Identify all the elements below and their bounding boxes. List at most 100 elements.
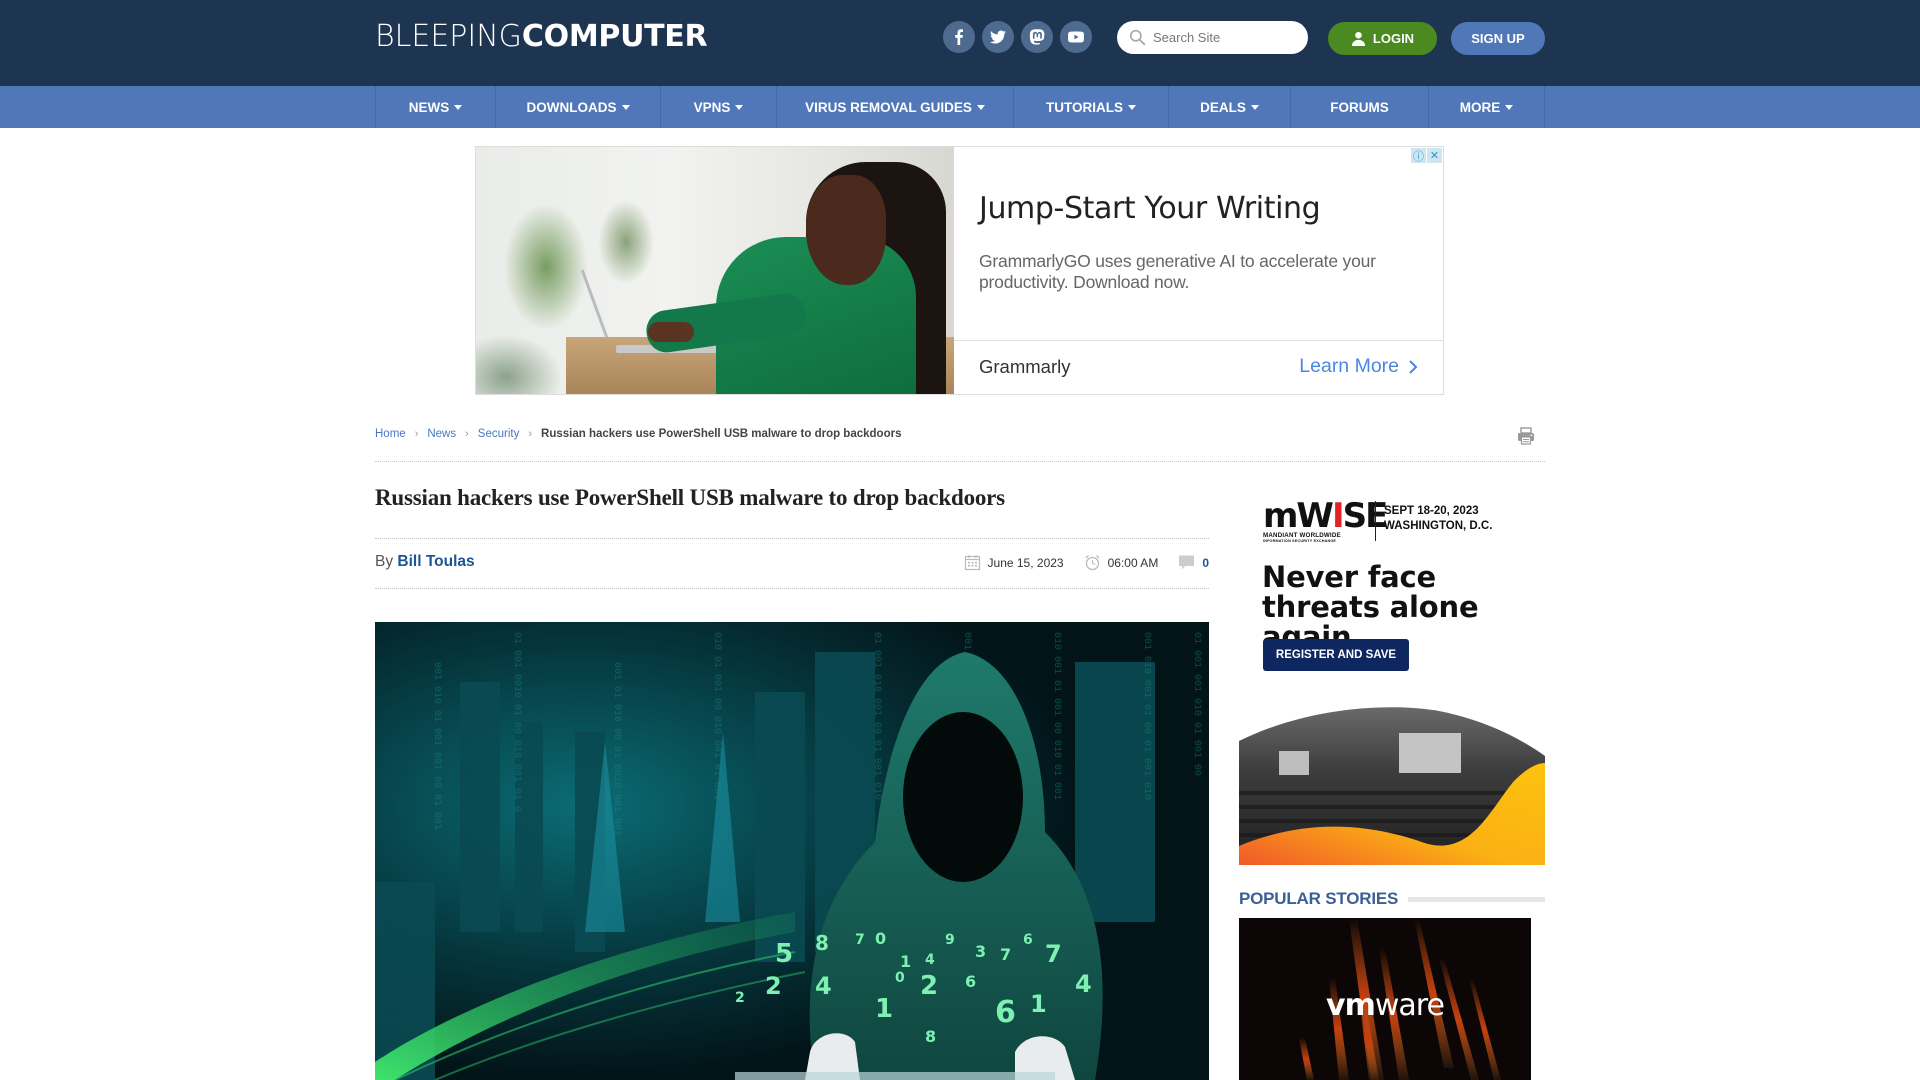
article-hero-image: 001 010 01 001 001 00 01 001 01 001 0010… bbox=[375, 622, 1209, 1080]
youtube-link[interactable] bbox=[1060, 21, 1092, 53]
main-nav-bar: NEWS DOWNLOADS VPNS VIRUS REMOVAL GUIDES… bbox=[0, 86, 1920, 128]
svg-text:0: 0 bbox=[895, 970, 905, 986]
svg-text:001 010 01 001 001 00 01 001: 001 010 01 001 001 00 01 001 bbox=[431, 662, 442, 830]
ad-banner[interactable]: Jump-Start Your Writing GrammarlyGO uses… bbox=[475, 146, 1444, 395]
ad-cta-label: Learn More bbox=[1299, 355, 1399, 377]
caret-down-icon bbox=[621, 105, 630, 110]
twitter-link[interactable] bbox=[982, 21, 1014, 53]
breadcrumb-separator-icon: › bbox=[414, 428, 419, 440]
ad-description: GrammarlyGO uses generative AI to accele… bbox=[979, 251, 1376, 292]
print-icon[interactable] bbox=[1516, 426, 1536, 446]
svg-text:7: 7 bbox=[855, 932, 865, 948]
svg-text:001 010 001 01 00 01 001 010: 001 010 001 01 00 01 001 010 bbox=[1141, 632, 1152, 800]
facebook-link[interactable] bbox=[943, 21, 975, 53]
svg-text:0: 0 bbox=[875, 929, 886, 948]
nav-news[interactable]: NEWS bbox=[376, 86, 496, 128]
ad-brand: Grammarly bbox=[979, 356, 1071, 377]
nav-virus-removal-guides[interactable]: VIRUS REMOVAL GUIDES bbox=[777, 86, 1014, 128]
site-logo[interactable]: BLEEPINGCOMPUTER bbox=[375, 19, 708, 54]
social-links bbox=[943, 21, 1092, 53]
signup-label: SIGN UP bbox=[1471, 31, 1525, 46]
register-and-save-button[interactable]: REGISTER AND SAVE bbox=[1263, 639, 1409, 671]
nav-tutorials[interactable]: TUTORIALS bbox=[1014, 86, 1169, 128]
svg-text:010 001 01 001 00 010 01 001: 010 001 01 001 00 010 01 001 bbox=[1051, 632, 1062, 800]
svg-text:010 01 001 00 010 001 01 001: 010 01 001 00 010 001 01 001 bbox=[711, 632, 722, 800]
caret-down-icon bbox=[735, 105, 744, 110]
popular-story-image[interactable]: vmware bbox=[1239, 918, 1531, 1080]
svg-text:01 001 0010 01 00 010 001 01 0: 01 001 0010 01 00 010 001 01 0 bbox=[511, 632, 522, 812]
breadcrumb: Home › News › Security › Russian hackers… bbox=[375, 428, 901, 440]
ad-close-icon[interactable]: ✕ bbox=[1427, 148, 1442, 163]
svg-text:7: 7 bbox=[1045, 940, 1062, 968]
breadcrumb-security[interactable]: Security bbox=[478, 428, 520, 440]
breadcrumb-separator-icon: › bbox=[465, 428, 469, 440]
site-search bbox=[1117, 21, 1308, 54]
nav-label: DOWNLOADS bbox=[526, 99, 617, 115]
date-text: June 15, 2023 bbox=[987, 555, 1064, 570]
mwise-date: SEPT 18-20, 2023 WASHINGTON, D.C. bbox=[1384, 504, 1492, 534]
article-date: June 15, 2023 bbox=[964, 554, 1064, 571]
nav-label: DEALS bbox=[1200, 99, 1246, 115]
ad-content: Jump-Start Your Writing GrammarlyGO uses… bbox=[954, 147, 1443, 394]
caret-down-icon bbox=[1128, 105, 1136, 110]
logo-light-text: BLEEPING bbox=[375, 19, 522, 54]
nav-label: NEWS bbox=[408, 99, 450, 115]
svg-text:3: 3 bbox=[975, 942, 986, 961]
nav-vpns[interactable]: VPNS bbox=[661, 86, 777, 128]
article-byline: By Bill Toulas bbox=[375, 553, 475, 571]
ad-title: Jump-Start Your Writing bbox=[979, 191, 1321, 226]
signup-button[interactable]: SIGN UP bbox=[1451, 22, 1545, 55]
nav-forums[interactable]: FORUMS bbox=[1291, 86, 1429, 128]
breadcrumb-home[interactable]: Home bbox=[375, 428, 406, 440]
breadcrumb-divider bbox=[375, 461, 1545, 462]
svg-text:8: 8 bbox=[815, 931, 829, 955]
article-time: 06:00 AM bbox=[1084, 554, 1158, 571]
svg-text:7: 7 bbox=[1000, 945, 1011, 964]
svg-text:4: 4 bbox=[925, 952, 935, 968]
nav-deals[interactable]: DEALS bbox=[1169, 86, 1291, 128]
breadcrumb-current: Russian hackers use PowerShell USB malwa… bbox=[541, 428, 902, 440]
search-input[interactable] bbox=[1153, 30, 1293, 45]
nav-label: MORE bbox=[1459, 99, 1501, 115]
nav-label: FORUMS bbox=[1330, 99, 1389, 115]
ad-divider bbox=[954, 340, 1443, 341]
search-icon[interactable] bbox=[1129, 29, 1146, 46]
facebook-icon bbox=[955, 29, 963, 45]
nav-label: VIRUS REMOVAL GUIDES bbox=[805, 99, 972, 115]
svg-text:001 01 010 00 01 0010 001 001: 001 01 010 00 01 0010 001 001 bbox=[611, 662, 622, 836]
nav-label: VPNS bbox=[693, 99, 731, 115]
sidebar-ad[interactable]: mWISE MANDIANT WORLDWIDE INFORMATION SEC… bbox=[1239, 488, 1545, 865]
login-label: LOGIN bbox=[1372, 31, 1415, 46]
popular-stories-header: POPULAR STORIES bbox=[1239, 889, 1545, 909]
comments-link[interactable]: 0 bbox=[1178, 554, 1209, 571]
svg-text:4: 4 bbox=[1075, 970, 1092, 998]
chevron-right-icon bbox=[1409, 359, 1418, 374]
site-header: BLEEPINGCOMPUTER LOGIN SIGN UP bbox=[0, 0, 1920, 86]
svg-text:01 001 001 010 01 001 00: 01 001 001 010 01 001 00 bbox=[1191, 632, 1202, 776]
comment-icon bbox=[1179, 555, 1195, 570]
svg-text:6: 6 bbox=[1023, 932, 1033, 948]
ad-learn-more-button[interactable]: Learn More bbox=[1299, 355, 1418, 378]
nav-label: TUTORIALS bbox=[1046, 99, 1123, 115]
svg-text:5: 5 bbox=[775, 939, 793, 969]
author-link[interactable]: Bill Toulas bbox=[397, 553, 474, 570]
svg-text:2: 2 bbox=[765, 972, 782, 1000]
nav-more[interactable]: MORE bbox=[1429, 86, 1545, 128]
svg-text:01 001 010 001 00 01 001 010: 01 001 010 001 00 01 001 010 bbox=[871, 632, 882, 800]
breadcrumb-news[interactable]: News bbox=[427, 428, 456, 440]
nav-downloads[interactable]: DOWNLOADS bbox=[496, 86, 661, 128]
mastodon-link[interactable] bbox=[1021, 21, 1053, 53]
caret-down-icon bbox=[1250, 105, 1259, 110]
ad-choices: ⓘ ✕ bbox=[1411, 148, 1442, 163]
mwise-date-line1: SEPT 18-20, 2023 bbox=[1384, 505, 1479, 517]
title-divider bbox=[375, 538, 1209, 539]
login-button[interactable]: LOGIN bbox=[1328, 22, 1437, 55]
ad-image bbox=[476, 147, 954, 394]
byline-divider bbox=[375, 588, 1209, 589]
clock-icon bbox=[1085, 555, 1100, 571]
mastodon-icon bbox=[1029, 29, 1045, 45]
twitter-icon bbox=[990, 30, 1006, 44]
caret-down-icon bbox=[1505, 105, 1514, 110]
hacker-illustration: 001 010 01 001 001 00 01 001 01 001 0010… bbox=[375, 622, 1209, 1080]
ad-info-icon[interactable]: ⓘ bbox=[1411, 148, 1426, 163]
